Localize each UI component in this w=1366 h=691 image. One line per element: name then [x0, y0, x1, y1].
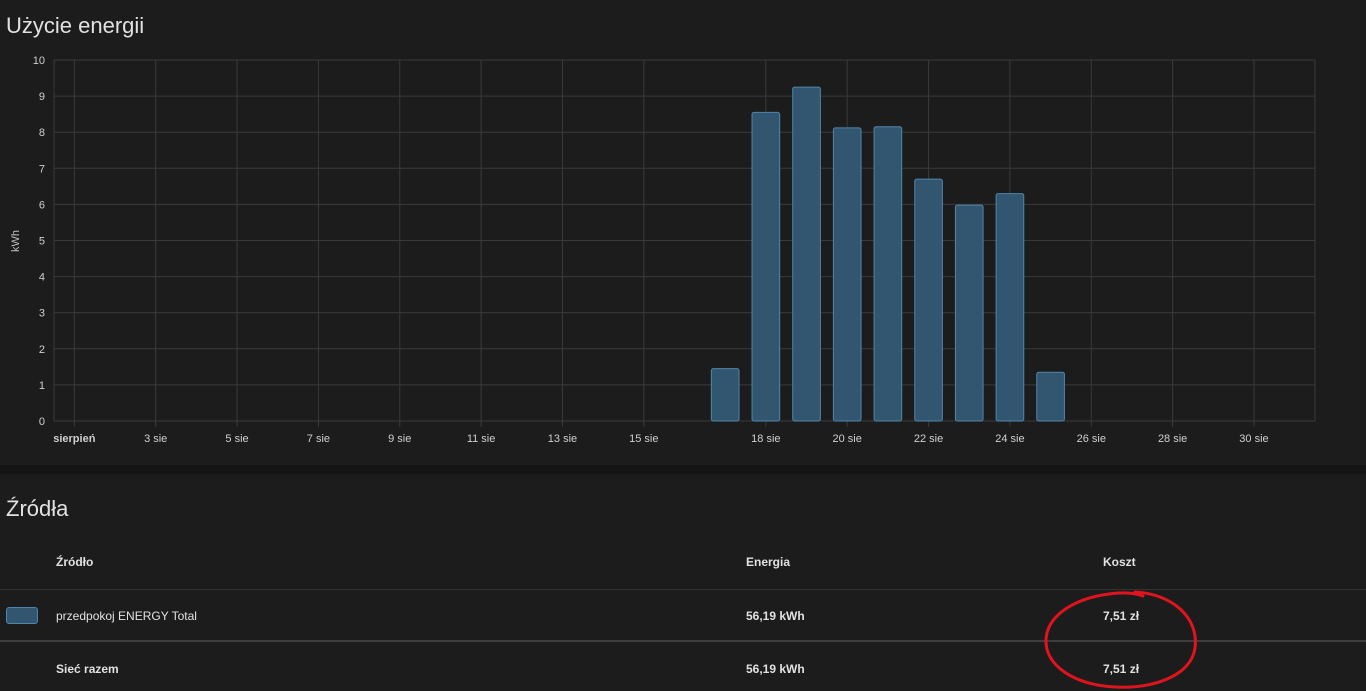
energy-bar[interactable] — [873, 126, 903, 422]
x-tick-label: 28 sie — [1158, 433, 1187, 445]
energy-usage-card: Użycie energii 0 1 2 3 4 5 6 7 8 9 10 sierpień 3 sie… — [0, 0, 1366, 465]
chart-bars — [710, 86, 1065, 422]
y-tick-label: 3 — [39, 308, 45, 320]
x-tick-label: 15 sie — [629, 433, 658, 445]
column-header-cost[interactable]: Koszt — [1103, 555, 1136, 569]
energy-bar[interactable] — [792, 86, 821, 422]
source-color-swatch[interactable] — [6, 607, 38, 624]
total-divider — [0, 640, 1366, 642]
x-tick-label: 7 sie — [307, 433, 330, 445]
total-cost: 7,51 zł — [1103, 662, 1140, 676]
x-tick-label: sierpień — [53, 433, 95, 445]
total-label: Sieć razem — [56, 662, 119, 676]
energy-bar[interactable] — [751, 111, 781, 422]
sources-title: Źródła — [6, 496, 69, 521]
x-tick-label: 24 sie — [995, 433, 1024, 445]
column-header-source[interactable]: Źródło — [56, 555, 93, 569]
y-tick-label: 6 — [39, 199, 45, 211]
x-tick-label: 11 sie — [467, 433, 496, 445]
x-tick-label: 9 sie — [388, 433, 411, 445]
energy-bar[interactable] — [1036, 371, 1065, 422]
x-tick-label: 20 sie — [833, 433, 862, 445]
x-tick-label: 5 sie — [225, 433, 248, 445]
energy-bar-chart: 0 1 2 3 4 5 6 7 8 9 10 sierpień 3 sie 5 sie 7 sie 9 sie… — [10, 55, 1316, 445]
energy-bar[interactable] — [914, 178, 943, 422]
y-tick-label: 7 — [39, 163, 45, 175]
y-tick-label: 9 — [39, 91, 45, 103]
energy-bar[interactable] — [995, 193, 1025, 422]
x-tick-label: 13 sie — [548, 433, 577, 445]
energy-bar[interactable] — [954, 204, 984, 422]
y-tick-label: 8 — [39, 127, 45, 139]
x-tick-label: 30 sie — [1239, 433, 1268, 445]
sources-card: Źródła Źródło Energia Koszt przedpokoj E… — [0, 474, 1366, 691]
column-header-energy[interactable]: Energia — [746, 555, 790, 569]
x-tick-label: 26 sie — [1077, 433, 1106, 445]
x-tick-label: 22 sie — [914, 433, 943, 445]
source-cost: 7,51 zł — [1103, 609, 1140, 623]
source-name: przedpokoj ENERGY Total — [56, 609, 197, 623]
y-tick-label: 2 — [39, 344, 45, 356]
y-tick-label: 10 — [33, 55, 45, 67]
chart-ticks: 0 1 2 3 4 5 6 7 8 9 10 sierpień 3 sie 5 sie 7 sie 9 sie… — [33, 55, 1269, 445]
energy-bar[interactable] — [710, 368, 740, 422]
x-tick-label: 3 sie — [144, 433, 167, 445]
y-axis-label: kWh — [10, 230, 22, 252]
y-tick-label: 0 — [39, 416, 45, 428]
source-energy: 56,19 kWh — [746, 609, 805, 623]
x-tick-label: 18 sie — [751, 433, 780, 445]
chart-grid — [53, 59, 1316, 427]
total-energy: 56,19 kWh — [746, 662, 805, 676]
y-tick-label: 4 — [39, 272, 45, 284]
energy-bar[interactable] — [832, 127, 862, 422]
header-divider — [0, 589, 1366, 590]
y-tick-label: 5 — [39, 236, 45, 248]
y-tick-label: 1 — [39, 380, 45, 392]
